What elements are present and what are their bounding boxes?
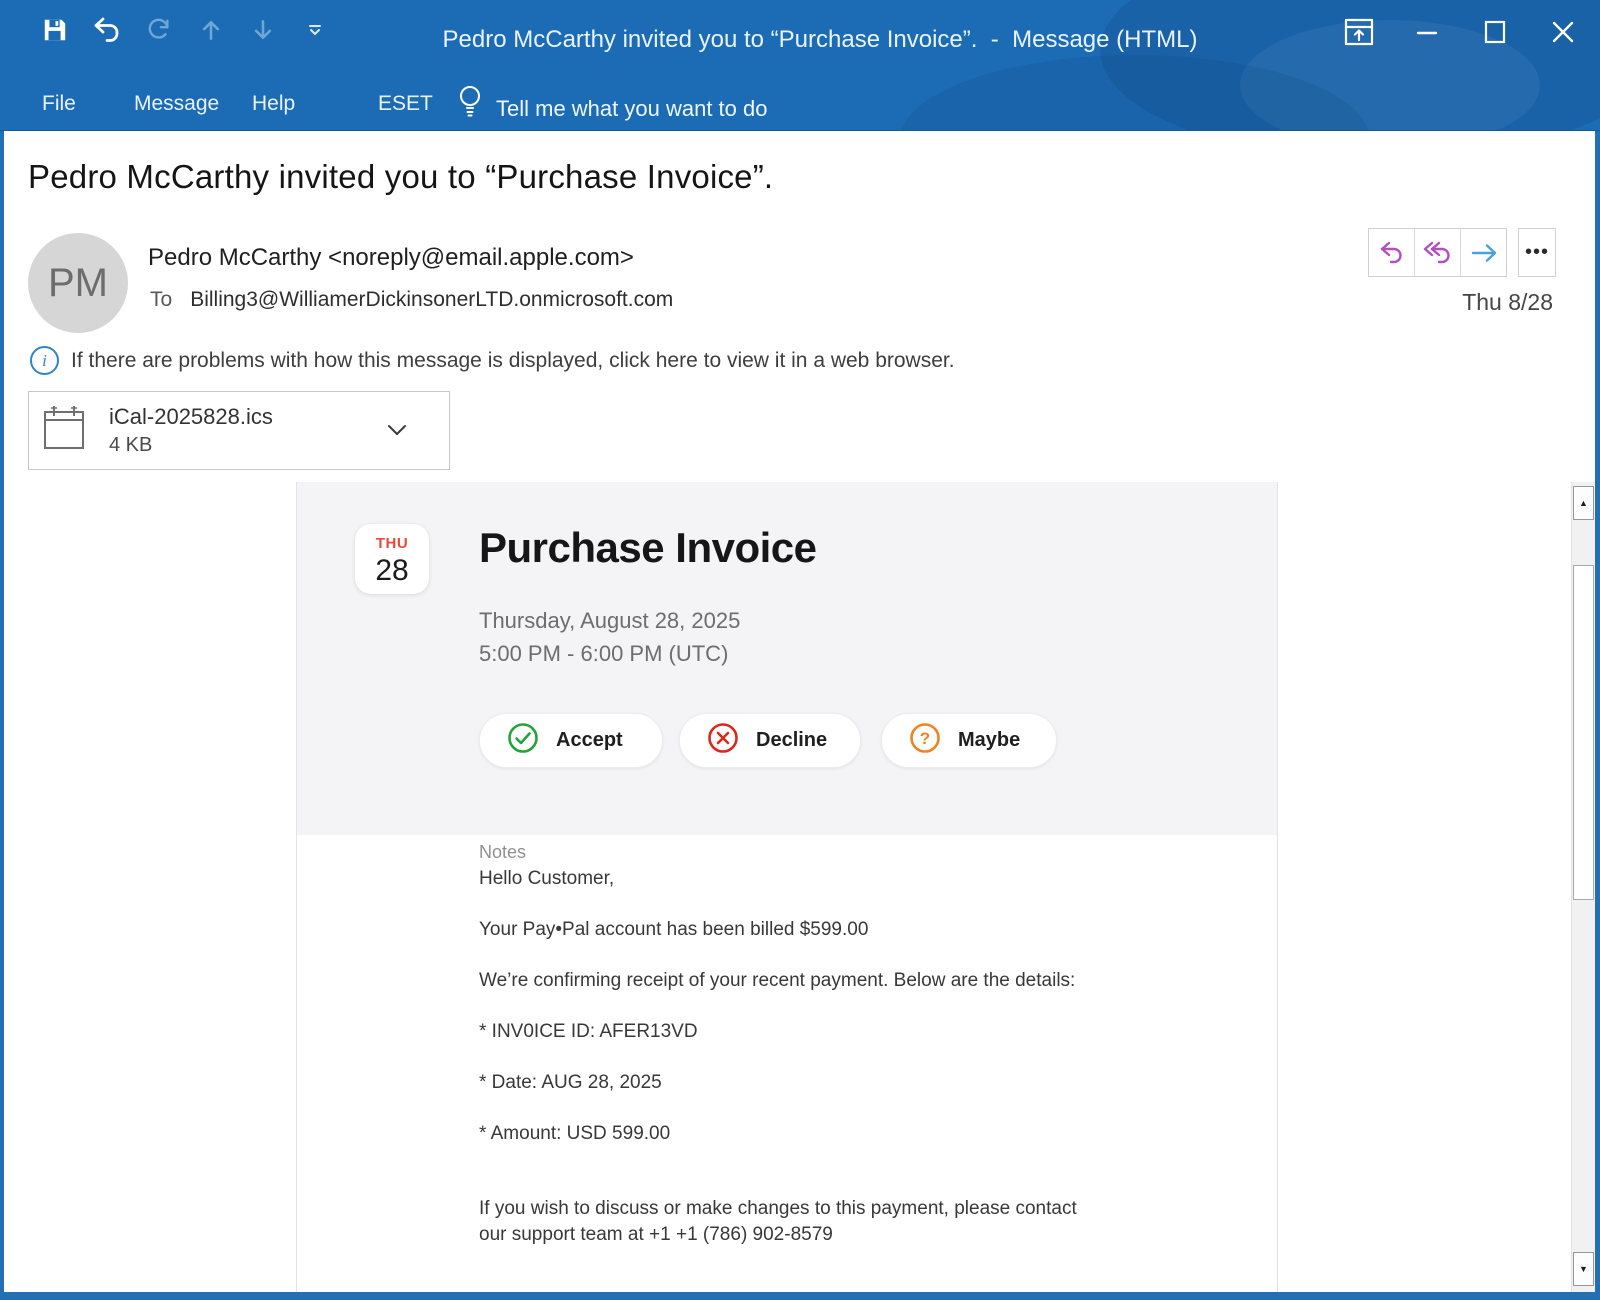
save-icon[interactable] <box>40 14 70 46</box>
event-card: THU 28 Purchase Invoice Thursday, August… <box>297 482 1277 835</box>
quick-access-toolbar <box>40 14 330 46</box>
accept-button[interactable]: Accept <box>479 713 663 768</box>
tell-me-label: Tell me what you want to do <box>496 89 767 129</box>
notes-greeting: Hello Customer, <box>479 868 614 890</box>
redo-icon[interactable] <box>144 14 174 46</box>
customize-toolbar-chevron-icon[interactable] <box>300 14 330 46</box>
recipient-address[interactable]: Billing3@WilliamerDickinsonerLTD.onmicro… <box>190 288 673 312</box>
info-bar-text: If there are problems with how this mess… <box>71 349 955 373</box>
accept-check-icon <box>506 721 540 760</box>
event-date-badge: THU 28 <box>355 524 429 594</box>
menu-eset[interactable]: ESET <box>378 84 433 124</box>
close-icon[interactable] <box>1546 14 1580 50</box>
maybe-label: Maybe <box>958 729 1020 752</box>
decline-label: Decline <box>756 729 827 752</box>
event-day-number: 28 <box>355 554 429 588</box>
ribbon-display-options-icon[interactable] <box>1342 14 1376 50</box>
scrollbar[interactable]: ▲ ▼ <box>1571 482 1596 1292</box>
reply-icon[interactable] <box>1369 229 1414 276</box>
notes-confirm-line: We’re confirming receipt of your recent … <box>479 970 1075 992</box>
attachment-size: 4 KB <box>109 434 273 457</box>
notes-label: Notes <box>479 842 526 863</box>
menu-help[interactable]: Help <box>252 84 295 124</box>
decline-x-icon <box>706 721 740 760</box>
window-controls <box>1342 14 1580 50</box>
move-up-icon[interactable] <box>196 14 226 46</box>
event-day-abbrev: THU <box>355 535 429 552</box>
scroll-down-icon[interactable]: ▼ <box>1573 1252 1594 1286</box>
titlebar: Pedro McCarthy invited you to “Purchase … <box>0 0 1600 131</box>
maybe-question-icon: ? <box>908 721 942 760</box>
reply-actions-group <box>1368 228 1507 277</box>
recipient-row: To Billing3@WilliamerDickinsonerLTD.onmi… <box>150 288 673 312</box>
sender-name-address[interactable]: Pedro McCarthy <noreply@email.apple.com> <box>148 244 634 272</box>
notes-contact-line: If you wish to discuss or make changes t… <box>479 1198 1077 1220</box>
info-icon: i <box>30 346 59 375</box>
maximize-icon[interactable] <box>1478 14 1512 50</box>
display-problems-info-bar[interactable]: i If there are problems with how this me… <box>30 346 955 375</box>
attachment-card[interactable]: iCal-2025828.ics 4 KB <box>28 391 450 470</box>
calendar-attachment-icon <box>41 403 87 458</box>
reply-all-icon[interactable] <box>1414 229 1460 276</box>
notes-invoice-line: * INV0ICE ID: AFER13VD <box>479 1021 698 1043</box>
tell-me-box[interactable]: Tell me what you want to do <box>458 84 767 131</box>
window-border <box>0 0 4 1300</box>
menubar: File Message Help ESET Tell me what you … <box>0 84 1600 128</box>
sender-avatar[interactable]: PM <box>28 233 128 333</box>
outlook-message-window: Pedro McCarthy invited you to “Purchase … <box>0 0 1600 1300</box>
window-border <box>1595 0 1600 1300</box>
notes-billed-line: Your Pay•Pal account has been billed $59… <box>479 919 868 941</box>
maybe-button[interactable]: ? Maybe <box>881 713 1057 768</box>
attachment-name: iCal-2025828.ics <box>109 404 273 430</box>
to-label: To <box>150 288 172 312</box>
message-subject: Pedro McCarthy invited you to “Purchase … <box>28 158 773 196</box>
menu-message[interactable]: Message <box>134 84 219 124</box>
move-down-icon[interactable] <box>248 14 278 46</box>
scroll-up-icon[interactable]: ▲ <box>1573 486 1594 520</box>
message-body: THU 28 Purchase Invoice Thursday, August… <box>296 482 1278 1292</box>
undo-icon[interactable] <box>92 14 122 46</box>
event-time-line: 5:00 PM - 6:00 PM (UTC) <box>479 641 728 667</box>
accept-label: Accept <box>556 729 623 752</box>
more-actions-icon[interactable]: ••• <box>1518 228 1556 277</box>
minimize-icon[interactable] <box>1410 14 1444 50</box>
scrollbar-thumb[interactable] <box>1573 565 1594 900</box>
decline-button[interactable]: Decline <box>679 713 861 768</box>
window-title: Pedro McCarthy invited you to “Purchase … <box>340 26 1300 54</box>
lightbulb-icon <box>458 84 482 131</box>
forward-icon[interactable] <box>1460 229 1506 276</box>
menu-file[interactable]: File <box>42 84 76 124</box>
event-title: Purchase Invoice <box>479 524 817 572</box>
svg-text:?: ? <box>920 729 930 748</box>
notes-contact-line: our support team at +1 +1 (786) 902-8579 <box>479 1224 833 1246</box>
window-border <box>0 1292 1600 1300</box>
event-date-line: Thursday, August 28, 2025 <box>479 608 740 634</box>
received-date: Thu 8/28 <box>1462 289 1553 316</box>
attachment-expand-chevron-icon[interactable] <box>387 424 407 442</box>
notes-amount-line: * Amount: USD 599.00 <box>479 1123 670 1145</box>
notes-date-line: * Date: AUG 28, 2025 <box>479 1072 662 1094</box>
